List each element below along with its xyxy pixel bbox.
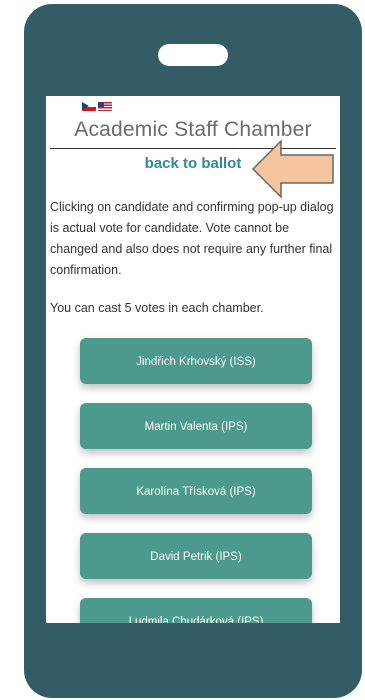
us-flag-icon[interactable] [98,102,112,111]
language-switcher [82,102,112,111]
candidate-button[interactable]: Martin Valenta (IPS) [80,403,312,449]
app-screen: Academic Staff Chamber back to ballot Cl… [46,96,340,623]
candidate-button[interactable]: Karolína Třísková (IPS) [80,468,312,514]
left-arrow-icon [251,139,334,199]
candidate-button[interactable]: Jindřich Krhovský (ISS) [80,338,312,384]
phone-speaker [158,44,228,66]
phone-frame: Academic Staff Chamber back to ballot Cl… [24,4,362,698]
czech-flag-icon[interactable] [82,102,96,111]
candidate-button[interactable]: David Petrik (IPS) [80,533,312,579]
candidate-list: Jindřich Krhovský (ISS) Martin Valenta (… [80,338,312,623]
voting-instructions: Clicking on candidate and confirming pop… [50,200,334,277]
candidate-button[interactable]: Ludmila Chudárková (IPS) [80,598,312,623]
votes-allowed-note: You can cast 5 votes in each chamber. [50,301,264,315]
